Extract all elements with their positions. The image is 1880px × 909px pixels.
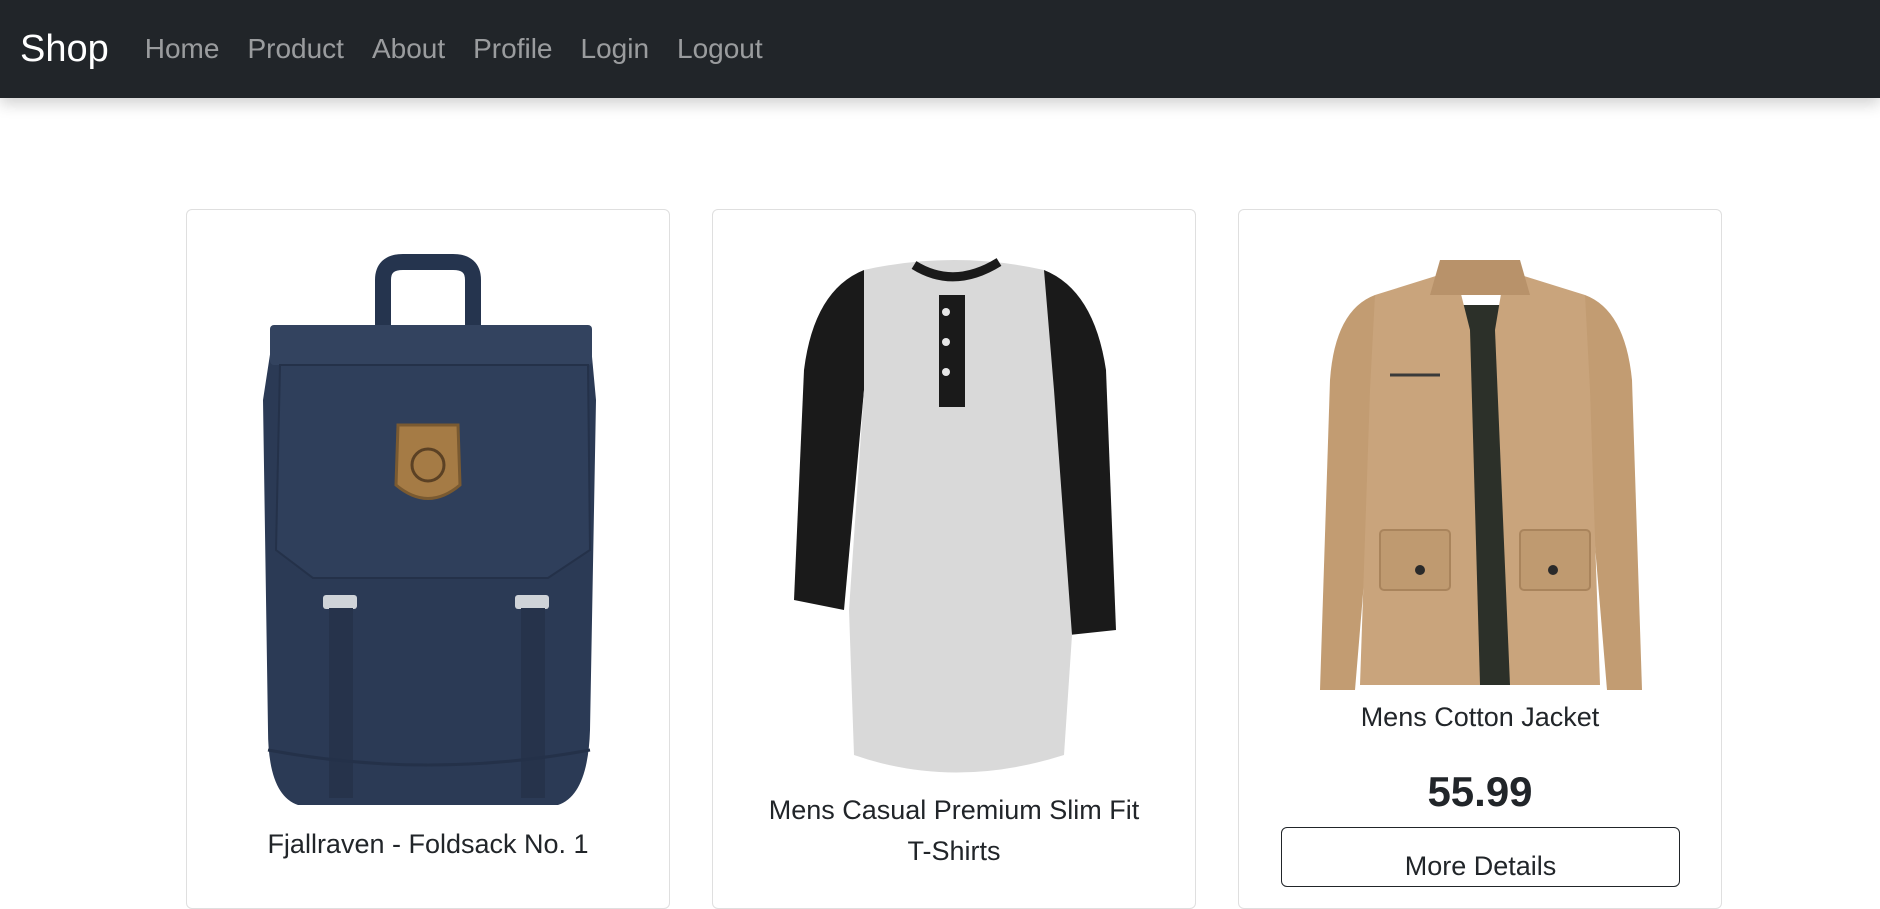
product-title-line-2: T-Shirts — [907, 836, 1001, 866]
nav-link-logout[interactable]: Logout — [663, 33, 777, 65]
tshirt-image — [713, 250, 1195, 790]
product-price: 55.99 — [1427, 768, 1533, 815]
product-title-line-1: Mens Casual Premium Slim Fit — [768, 795, 1140, 825]
product-card-jacket: Mens Cotton Jacket 55.99 More Details — [1238, 209, 1722, 909]
product-card-backpack: Fjallraven - Foldsack No. 1 — [186, 209, 670, 909]
nav-link-about[interactable]: About — [358, 33, 459, 65]
product-title: Fjallraven - Foldsack No. 1 — [267, 829, 589, 859]
product-card-tshirt: Mens Casual Premium Slim Fit T-Shirts — [712, 209, 1196, 909]
nav-link-login[interactable]: Login — [567, 33, 664, 65]
brand-logo[interactable]: Shop — [20, 28, 109, 71]
nav-link-profile[interactable]: Profile — [459, 33, 566, 65]
product-title: Mens Cotton Jacket — [1360, 702, 1600, 732]
top-navbar: Shop Home Product About Profile Login Lo… — [0, 0, 1880, 98]
nav-link-home[interactable]: Home — [131, 33, 234, 65]
more-details-button[interactable]: More Details — [1281, 827, 1680, 887]
jacket-image — [1239, 250, 1721, 700]
backpack-image — [187, 250, 669, 820]
nav-link-product[interactable]: Product — [233, 33, 358, 65]
nav-links: Home Product About Profile Login Logout — [131, 33, 777, 65]
